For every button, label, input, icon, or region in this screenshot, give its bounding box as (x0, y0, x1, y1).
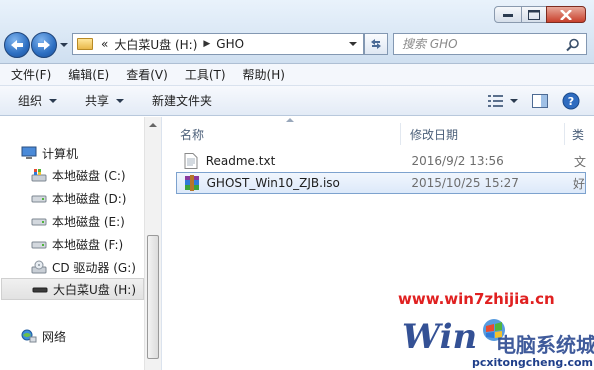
preview-pane-icon (532, 94, 548, 108)
hard-drive-icon (30, 191, 48, 205)
chevron-down-icon (49, 98, 58, 103)
maximize-icon (528, 9, 540, 20)
maximize-button[interactable] (521, 6, 547, 23)
breadcrumb-item-drive[interactable]: 大白菜U盘 (H:) (114, 36, 197, 53)
watermark-logo: Win 电脑系统城 pcxitongcheng.com (402, 317, 594, 369)
folder-icon (77, 38, 93, 50)
minimize-button[interactable] (494, 6, 522, 23)
menu-view[interactable]: 查看(V) (115, 66, 174, 83)
nav-drive-label: 本地磁盘 (E:) (52, 214, 125, 229)
close-button[interactable] (546, 6, 586, 23)
nav-drive-label: 大白菜U盘 (H:) (53, 282, 137, 297)
share-button[interactable]: 共享 (67, 92, 134, 109)
winrar-archive-icon (183, 175, 201, 191)
menu-edit[interactable]: 编辑(E) (57, 66, 115, 83)
arrow-right-icon (38, 40, 50, 50)
breadcrumb-separator-icon[interactable]: ▶ (203, 39, 210, 49)
breadcrumb: « 大白菜U盘 (H:) ▶ GHO (101, 36, 244, 53)
svg-text:?: ? (568, 95, 574, 108)
nav-drive-e[interactable]: 本地磁盘 (E:) (30, 210, 125, 232)
search-input[interactable] (402, 37, 562, 51)
minimize-icon (503, 13, 513, 17)
nav-drive-label: 本地磁盘 (F:) (52, 237, 124, 252)
recent-pages-dropdown[interactable] (60, 43, 68, 47)
file-type: 文 (573, 154, 586, 169)
nav-drive-label: 本地磁盘 (D:) (52, 191, 127, 206)
forward-button[interactable] (31, 32, 57, 58)
help-icon: ? (562, 92, 580, 110)
computer-icon (20, 146, 38, 160)
refresh-button[interactable] (364, 33, 388, 55)
menu-tools[interactable]: 工具(T) (174, 66, 232, 83)
column-header-name[interactable]: 名称 (180, 123, 204, 145)
refresh-icon (371, 39, 381, 49)
preview-pane-button[interactable] (532, 94, 548, 108)
menu-help[interactable]: 帮助(H) (232, 66, 291, 83)
window-controls (494, 6, 586, 23)
change-view-button[interactable] (488, 94, 504, 108)
nav-drive-label: CD 驱动器 (G:) (52, 260, 136, 275)
close-icon (560, 9, 572, 20)
file-date: 2016/9/2 13:56 (411, 154, 504, 168)
nav-drive-c[interactable]: 本地磁盘 (C:) (30, 164, 126, 186)
chevron-down-icon (116, 98, 125, 103)
nav-drive-label: 本地磁盘 (C:) (52, 168, 126, 183)
breadcrumb-item-folder[interactable]: GHO (216, 37, 244, 51)
nav-drive-d[interactable]: 本地磁盘 (D:) (30, 187, 126, 209)
menu-bar: 文件(F) 编辑(E) 查看(V) 工具(T) 帮助(H) (0, 64, 594, 86)
column-divider[interactable] (564, 123, 565, 145)
view-options-button[interactable] (510, 99, 518, 103)
nav-computer-label: 计算机 (42, 146, 79, 161)
usb-drive-icon (31, 282, 49, 296)
column-header-date[interactable]: 修改日期 (410, 123, 458, 145)
nav-drive-h[interactable]: 大白菜U盘 (H:) (1, 278, 144, 300)
window-chrome: « 大白菜U盘 (H:) ▶ GHO (0, 0, 594, 64)
sort-ascending-icon (286, 118, 294, 122)
file-name: Readme.txt (205, 154, 276, 168)
back-button[interactable] (4, 32, 30, 58)
navigation-pane: 计算机 本地磁盘 (C:) 本地磁盘 (D:) 本地磁盘 (E:) 本地磁盘 (… (0, 117, 161, 370)
hard-drive-icon (30, 237, 48, 251)
file-row[interactable]: GHOST_Win10_ZJB.iso 2015/10/25 15:27 好 (176, 172, 586, 194)
nav-network[interactable]: 网络 (20, 325, 66, 347)
file-row[interactable]: Readme.txt 2016/9/2 13:56 文 (176, 150, 586, 172)
watermark-sub: pcxitongcheng.com (472, 356, 593, 369)
column-header-type[interactable]: 类 (572, 123, 584, 145)
watermark-brand: 电脑系统城 (496, 333, 594, 357)
address-bar[interactable]: « 大白菜U盘 (H:) ▶ GHO (72, 33, 364, 55)
nav-computer[interactable]: 计算机 (20, 142, 78, 164)
nav-network-label: 网络 (42, 329, 67, 344)
new-folder-label: 新建文件夹 (152, 94, 213, 108)
column-divider[interactable] (400, 123, 401, 145)
system-drive-icon (30, 168, 48, 182)
menu-file[interactable]: 文件(F) (0, 66, 57, 83)
nav-drive-g[interactable]: CD 驱动器 (G:) (30, 256, 136, 278)
organize-label: 组织 (18, 94, 43, 108)
nav-drive-f[interactable]: 本地磁盘 (F:) (30, 233, 123, 255)
organize-button[interactable]: 组织 (0, 92, 67, 109)
scroll-up-icon[interactable] (149, 123, 157, 127)
hard-drive-icon (30, 214, 48, 228)
chevron-down-icon (510, 99, 518, 103)
cd-drive-icon (30, 260, 48, 274)
address-dropdown-icon[interactable] (349, 42, 357, 46)
file-type: 好 (572, 176, 585, 191)
svg-text:Win: Win (402, 317, 477, 357)
command-bar: 组织 共享 新建文件夹 ? (0, 86, 594, 116)
search-box[interactable] (393, 33, 587, 55)
file-name: GHOST_Win10_ZJB.iso (206, 176, 340, 190)
text-file-icon (182, 153, 200, 169)
breadcrumb-overflow[interactable]: « (101, 37, 108, 51)
arrow-left-icon (11, 40, 23, 50)
scrollbar-thumb[interactable] (147, 235, 159, 359)
network-icon (20, 329, 38, 343)
share-label: 共享 (85, 94, 110, 108)
help-button[interactable]: ? (562, 92, 580, 110)
search-icon[interactable] (566, 38, 580, 52)
new-folder-button[interactable]: 新建文件夹 (134, 92, 222, 109)
nav-scrollbar[interactable] (144, 117, 161, 370)
view-list-icon (488, 95, 503, 107)
file-date: 2015/10/25 15:27 (411, 176, 519, 190)
